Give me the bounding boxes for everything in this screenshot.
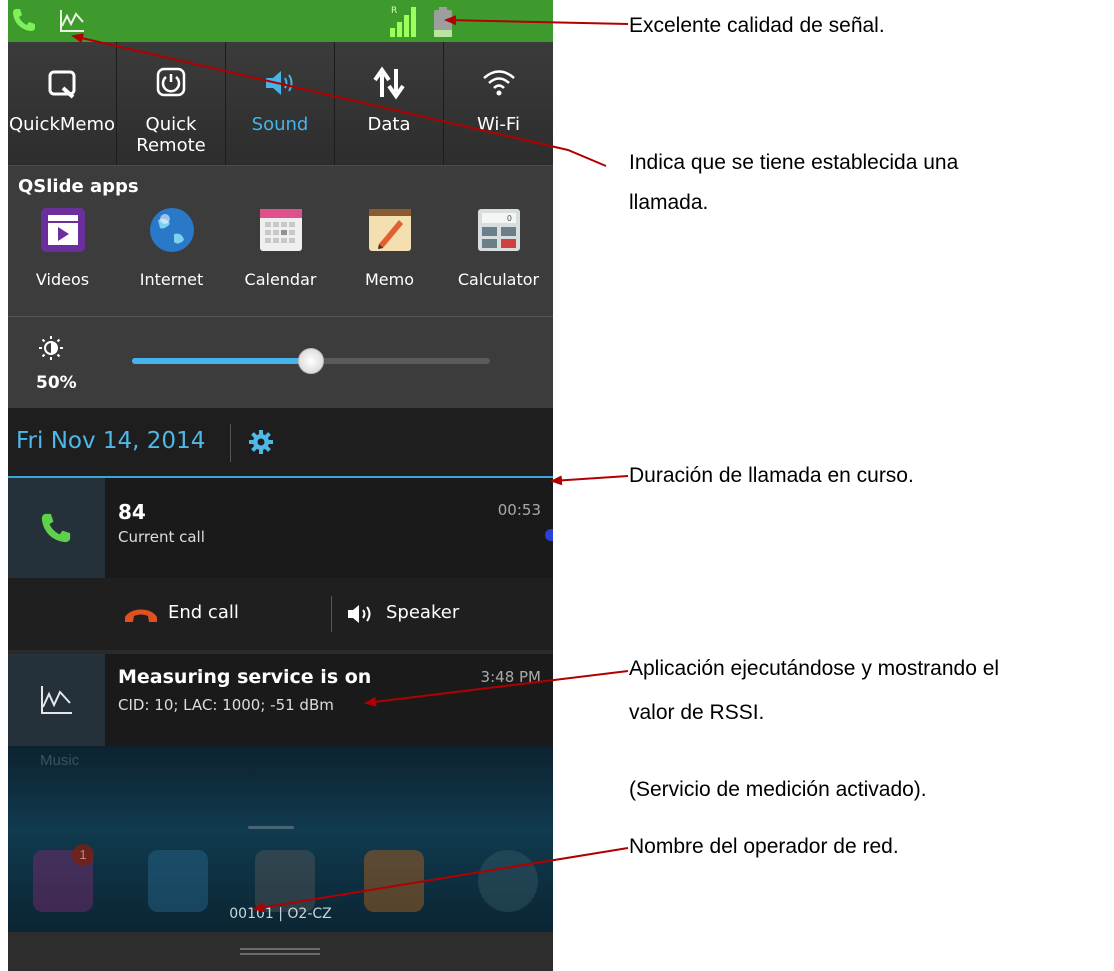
annotation-app: Aplicación ejecutándose y mostrando el v… — [629, 652, 999, 730]
speaker-label: Speaker — [386, 602, 460, 623]
toggle-label: Sound — [251, 114, 309, 135]
call-actions: End call Speaker — [8, 578, 553, 650]
speaker-icon — [348, 605, 371, 623]
annotation-app-line1: Aplicación ejecutándose y mostrando el — [629, 657, 1000, 680]
toggle-quick-remote[interactable]: Quick Remote — [117, 42, 226, 165]
quickmemo-icon — [48, 70, 76, 99]
measuring-graph-icon — [41, 686, 72, 714]
brightness-slider-thumb[interactable] — [298, 348, 324, 374]
qslide-app-videos[interactable]: Videos — [8, 206, 117, 306]
quick-toggles: QuickMemo Quick Remote Sound Data Wi-Fi — [8, 42, 553, 165]
measuring-graph-icon — [60, 10, 84, 32]
homescreen-background: Music 1 00101 | O2-CZ — [8, 746, 553, 932]
memo-icon — [368, 209, 411, 251]
brightness-slider-fill — [132, 358, 311, 364]
annotation-service: (Servicio de medición activado). — [629, 778, 927, 801]
qslide-app-label: Internet — [139, 270, 204, 289]
qslide-app-internet[interactable]: Internet — [117, 206, 226, 306]
qslide-app-memo[interactable]: Memo — [335, 206, 444, 306]
battery-icon — [434, 7, 452, 37]
call-notification-icon-area — [8, 478, 105, 578]
data-icon — [373, 66, 405, 100]
brightness-percent: 50% — [36, 373, 77, 393]
call-duration: 00:53 — [497, 501, 541, 519]
qslide-app-calculator[interactable]: 0 Calculator — [444, 206, 553, 306]
divider — [230, 424, 231, 462]
annotation-call: Indica que se tiene establecida una llam… — [629, 146, 958, 220]
qslide-app-label: Memo — [364, 270, 415, 289]
qslide-app-calendar[interactable]: Calendar — [226, 206, 335, 306]
missed-call-badge: 1 — [72, 844, 94, 866]
calculator-icon: 0 — [477, 209, 520, 251]
end-call-label: End call — [168, 602, 239, 623]
qslide-app-label: Videos — [35, 270, 90, 289]
calendar-icon — [259, 209, 302, 251]
brightness-slider[interactable] — [132, 348, 490, 374]
call-status: Current call — [118, 528, 205, 546]
dock-email-icon — [364, 850, 424, 912]
gear-icon[interactable] — [248, 429, 274, 455]
arrow-duration — [550, 475, 629, 486]
toggle-label: Data — [367, 114, 411, 135]
svg-text:0: 0 — [506, 214, 511, 223]
qslide-app-label: Calculator — [457, 270, 540, 289]
brightness-panel: 50% — [8, 316, 553, 408]
end-call-icon — [125, 609, 157, 622]
videos-icon — [40, 208, 85, 252]
qslide-app-label: Calendar — [244, 270, 317, 289]
dock-browser-icon — [478, 850, 538, 912]
annotation-duration: Duración de llamada en curso. — [629, 464, 914, 487]
notification-detail: CID: 10; LAC: 1000; -51 dBm — [118, 696, 334, 714]
annotation-call-line2: llamada. — [629, 191, 709, 214]
toggle-label: Quick Remote — [136, 114, 206, 156]
music-widget-label: Music — [40, 752, 80, 769]
qslide-panel: QSlide apps Videos Internet Calendar Mem… — [8, 165, 553, 316]
signal-strength-icon: R — [390, 6, 416, 37]
toggle-wifi[interactable]: Wi-Fi — [444, 42, 553, 165]
end-call-button[interactable]: End call — [8, 578, 331, 650]
notification-time: 3:48 PM — [480, 668, 541, 686]
quick-remote-icon — [156, 67, 186, 97]
dock-apps-icon — [255, 850, 315, 912]
toggle-data[interactable]: Data — [335, 42, 444, 165]
toggle-label: QuickMemo — [8, 114, 116, 135]
status-bar: R — [8, 0, 553, 42]
panel-drag-bar[interactable] — [8, 932, 553, 971]
grip-handle[interactable] — [240, 948, 320, 950]
dock-contacts-icon — [148, 850, 208, 912]
speaker-button[interactable]: Speaker — [332, 578, 553, 650]
toggle-quickmemo[interactable]: QuickMemo — [8, 42, 117, 165]
call-notification[interactable]: 84 Current call 00:53 — [8, 478, 553, 578]
drag-handle[interactable] — [248, 826, 294, 829]
annotation-app-line2: valor de RSSI. — [629, 701, 765, 724]
measuring-service-notification[interactable]: Measuring service is on CID: 10; LAC: 10… — [8, 654, 553, 746]
caller-number: 84 — [118, 500, 146, 524]
network-operator: 00101 | O2-CZ — [229, 906, 332, 922]
wifi-icon — [482, 70, 515, 96]
indicator-dot — [545, 529, 553, 541]
toggle-sound[interactable]: Sound — [226, 42, 335, 165]
annotation-operator: Nombre del operador de red. — [629, 835, 899, 858]
brightness-icon[interactable] — [38, 335, 64, 361]
sound-icon — [266, 71, 293, 95]
toggle-label: Wi-Fi — [477, 114, 520, 135]
internet-icon — [149, 208, 194, 252]
qslide-title: QSlide apps — [18, 176, 139, 197]
current-date: Fri Nov 14, 2014 — [16, 428, 206, 454]
phone-call-icon — [41, 513, 71, 543]
annotation-call-line1: Indica que se tiene establecida una — [629, 151, 959, 174]
phone-screen: R QuickMemo Quick Remote Sound Data Wi-F… — [8, 0, 553, 971]
phone-call-icon — [13, 9, 35, 31]
annotation-signal: Excelente calidad de señal. — [629, 14, 885, 37]
notification-title: Measuring service is on — [118, 666, 372, 688]
svg-text:R: R — [391, 6, 397, 16]
date-bar: Fri Nov 14, 2014 — [8, 408, 553, 478]
measuring-notification-icon-area — [8, 654, 105, 746]
